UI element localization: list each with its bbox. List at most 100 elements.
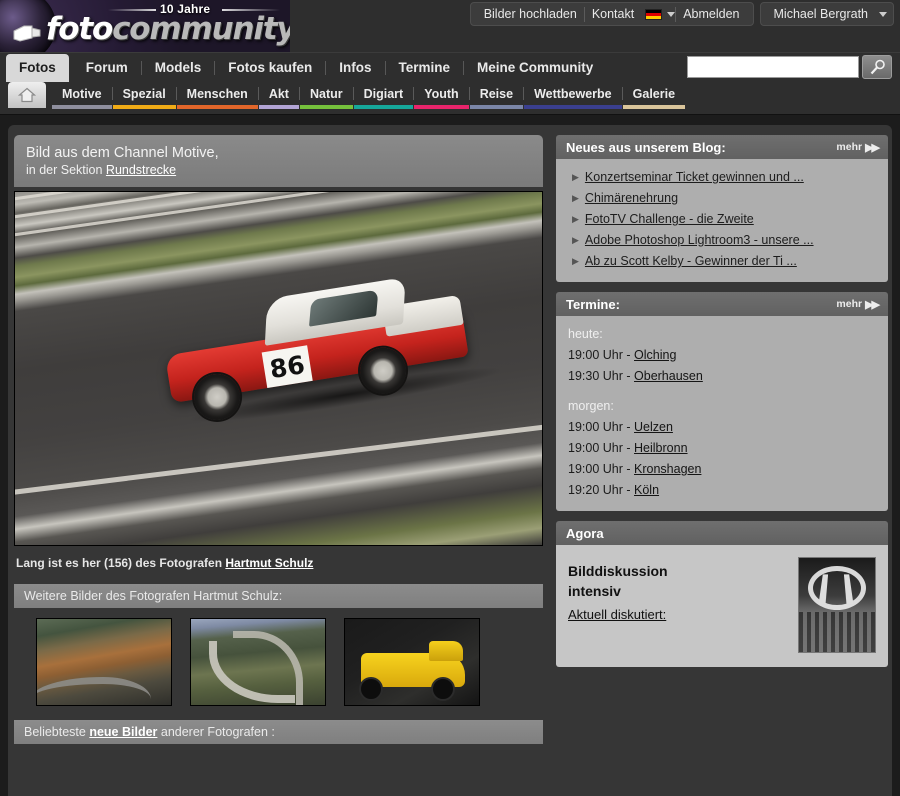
category-motive-label[interactable]: Motive: [52, 82, 112, 102]
photo-caption: Lang ist es her (156) des Fotografen Har…: [16, 554, 543, 572]
blog-link[interactable]: Chimärenehrung: [585, 190, 678, 206]
utility-nav: Bilder hochladen Kontakt Abmelden Michae…: [469, 2, 894, 26]
termine-row: 19:00 Uhr - Kronshagen: [568, 459, 876, 480]
new-photos-link[interactable]: neue Bilder: [89, 725, 157, 739]
search-button[interactable]: [862, 55, 892, 79]
triangle-bullet-icon: ▶: [572, 235, 579, 245]
popular-bar-suffix: anderer Fotografen :: [157, 725, 275, 739]
blog-link[interactable]: Konzertseminar Ticket gewinnen und ...: [585, 169, 804, 185]
main-photo[interactable]: 86: [14, 191, 543, 546]
german-flag-icon[interactable]: [645, 8, 663, 20]
termine-row: 19:00 Uhr - Heilbronn: [568, 438, 876, 459]
termine-place-link[interactable]: Köln: [634, 483, 659, 497]
termine-time: 19:00 Uhr -: [568, 462, 635, 476]
tab-meine-community[interactable]: Meine Community: [464, 54, 606, 82]
blog-link[interactable]: Adobe Photoshop Lightroom3 - unsere ...: [585, 232, 814, 248]
chevron-down-icon[interactable]: [667, 11, 676, 17]
logout-link[interactable]: Abmelden: [676, 3, 746, 25]
photographer-link[interactable]: Hartmut Schulz: [225, 556, 313, 570]
termine-panel-title: Termine:: [566, 296, 620, 312]
termine-place-link[interactable]: Kronshagen: [634, 462, 701, 476]
termine-place-link[interactable]: Uelzen: [634, 420, 673, 434]
user-menu-label: Michael Bergrath: [773, 7, 869, 21]
agora-text-block: Bilddiskussion intensiv Aktuell diskutie…: [568, 557, 668, 624]
agora-panel-body: Bilddiskussion intensiv Aktuell diskutie…: [556, 545, 888, 667]
list-item[interactable]: ▶ Chimärenehrung: [566, 188, 878, 209]
termine-time: 19:00 Uhr -: [568, 420, 635, 434]
category-galerie[interactable]: Galerie: [622, 82, 686, 109]
main-content-column: Bild aus dem Channel Motive, in der Sekt…: [8, 125, 553, 744]
blog-link[interactable]: FotoTV Challenge - die Zweite: [585, 211, 754, 227]
category-bar: Motive Spezial Menschen Akt Natur Digiar…: [0, 82, 900, 115]
termine-more-label: mehr: [836, 298, 863, 310]
search-area: [687, 55, 892, 79]
thumb-car-wheel: [359, 677, 383, 701]
list-item[interactable]: ▶ FotoTV Challenge - die Zweite: [566, 209, 878, 230]
popular-photos-bar: Beliebteste neue Bilder anderer Fotograf…: [14, 720, 543, 744]
tab-fotos[interactable]: Fotos: [6, 54, 69, 82]
thumbnail-item[interactable]: [344, 618, 480, 706]
category-spezial[interactable]: Spezial: [112, 82, 176, 109]
category-reise[interactable]: Reise: [469, 82, 524, 109]
tab-models[interactable]: Models: [142, 54, 215, 82]
list-item[interactable]: ▶ Konzertseminar Ticket gewinnen und ...: [566, 167, 878, 188]
termine-row: 19:00 Uhr - Olching: [568, 345, 876, 366]
category-akt-label[interactable]: Akt: [259, 82, 299, 102]
category-list: Motive Spezial Menschen Akt Natur Digiar…: [52, 82, 686, 115]
category-reise-label[interactable]: Reise: [470, 82, 523, 102]
tab-infos[interactable]: Infos: [326, 54, 384, 82]
termine-panel-body: heute: 19:00 Uhr - Olching 19:30 Uhr - O…: [556, 316, 888, 511]
category-menschen-label[interactable]: Menschen: [177, 82, 258, 102]
category-youth[interactable]: Youth: [414, 82, 469, 109]
category-motive[interactable]: Motive: [52, 82, 112, 109]
category-wettbewerbe[interactable]: Wettbewerbe: [524, 82, 622, 109]
category-underline: [414, 105, 469, 109]
category-youth-label[interactable]: Youth: [414, 82, 468, 102]
category-underline: [176, 105, 258, 109]
blog-panel-header: Neues aus unserem Blog: mehr ▶▶: [556, 135, 888, 159]
vw-logo-v-shape: [818, 574, 854, 604]
category-digiart-label[interactable]: Digiart: [354, 82, 414, 102]
category-natur[interactable]: Natur: [299, 82, 353, 109]
agora-thumbnail[interactable]: [798, 557, 876, 653]
list-item[interactable]: ▶ Ab zu Scott Kelby - Gewinner der Ti ...: [566, 251, 878, 272]
tab-forum[interactable]: Forum: [73, 54, 141, 82]
termine-panel-header: Termine: mehr ▶▶: [556, 292, 888, 316]
tab-fotos-kaufen[interactable]: Fotos kaufen: [215, 54, 325, 82]
category-galerie-label[interactable]: Galerie: [623, 82, 685, 102]
tab-termine[interactable]: Termine: [386, 54, 464, 82]
termine-place-link[interactable]: Oberhausen: [634, 369, 703, 383]
agora-panel-header: Agora: [556, 521, 888, 545]
category-underline: [52, 105, 112, 109]
agora-panel-title: Agora: [566, 525, 604, 541]
popular-bar-prefix: Beliebteste: [24, 725, 90, 739]
upload-link[interactable]: Bilder hochladen: [477, 3, 584, 25]
category-akt[interactable]: Akt: [258, 82, 299, 109]
page-container: Bild aus dem Channel Motive, in der Sekt…: [8, 125, 892, 796]
channel-title: Bild aus dem Channel Motive,: [26, 145, 219, 161]
category-underline: [524, 105, 622, 109]
category-digiart[interactable]: Digiart: [353, 82, 414, 109]
blog-link[interactable]: Ab zu Scott Kelby - Gewinner der Ti ...: [585, 253, 797, 269]
list-item[interactable]: ▶ Adobe Photoshop Lightroom3 - unsere ...: [566, 230, 878, 251]
thumbnail-item[interactable]: [190, 618, 326, 706]
chevron-down-icon[interactable]: [879, 11, 887, 17]
agora-discuss-link[interactable]: Aktuell diskutiert:: [568, 607, 666, 622]
user-menu[interactable]: Michael Bergrath: [759, 2, 894, 26]
blog-more-link[interactable]: mehr ▶▶: [836, 141, 880, 154]
channel-section-link[interactable]: Rundstrecke: [106, 163, 176, 177]
category-natur-label[interactable]: Natur: [300, 82, 353, 102]
category-menschen[interactable]: Menschen: [176, 82, 258, 109]
channel-header-panel: Bild aus dem Channel Motive, in der Sekt…: [14, 135, 543, 187]
termine-place-link[interactable]: Heilbronn: [634, 441, 688, 455]
site-logo[interactable]: 10 Jahre fotocommunity: [0, 0, 290, 52]
category-spezial-label[interactable]: Spezial: [113, 82, 176, 102]
thumbnail-item[interactable]: [36, 618, 172, 706]
search-input[interactable]: [687, 56, 859, 78]
contact-link[interactable]: Kontakt: [585, 3, 641, 25]
home-button[interactable]: [8, 82, 46, 108]
termine-place-link[interactable]: Olching: [634, 348, 676, 362]
category-underline: [258, 105, 299, 109]
termine-more-link[interactable]: mehr ▶▶: [836, 298, 880, 311]
category-wettbewerbe-label[interactable]: Wettbewerbe: [524, 82, 622, 102]
